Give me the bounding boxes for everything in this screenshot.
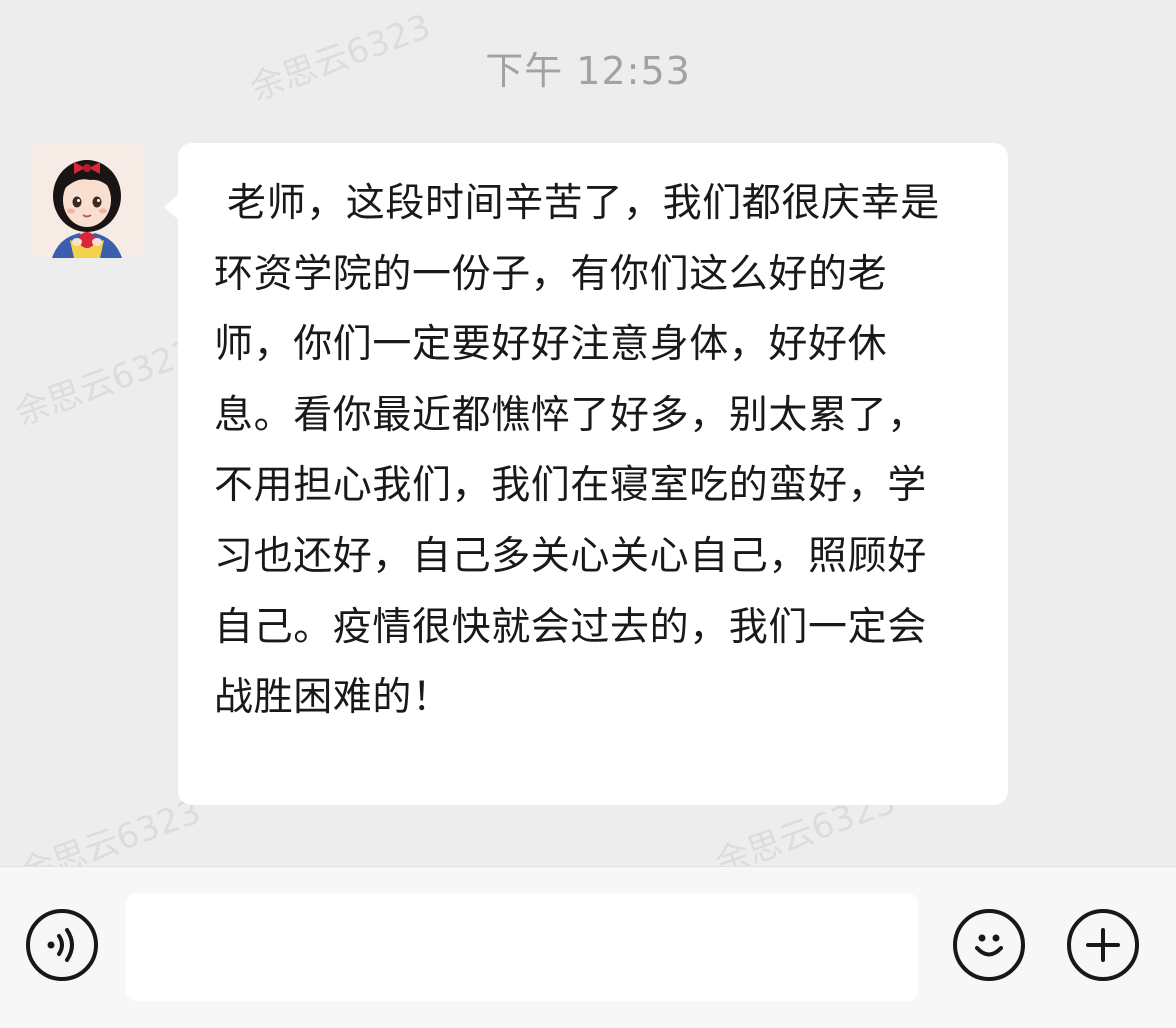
avatar[interactable] — [30, 144, 144, 258]
emoji-icon — [975, 934, 1003, 957]
voice-icon — [47, 928, 74, 962]
plus-icon — [1086, 928, 1120, 962]
more-button[interactable] — [1067, 909, 1139, 981]
message-input[interactable] — [126, 893, 918, 1001]
voice-button[interactable] — [26, 909, 98, 981]
avatar-image — [30, 144, 144, 258]
watermark: 余思云6323 — [10, 331, 201, 434]
message-bubble[interactable]: 老师，这段时间辛苦了，我们都很庆幸是环资学院的一份子，有你们这么好的老师，你们一… — [164, 143, 1008, 805]
emoji-button[interactable] — [953, 909, 1025, 981]
chat-area: 余思云6323 余思云6323 余思云6323 余思云6323 下午 12:53 — [0, 0, 1176, 894]
message-text: 老师，这段时间辛苦了，我们都很庆幸是环资学院的一份子，有你们这么好的老师，你们一… — [214, 181, 940, 721]
input-bar — [0, 866, 1176, 1028]
message-timestamp: 下午 12:53 — [485, 49, 691, 93]
